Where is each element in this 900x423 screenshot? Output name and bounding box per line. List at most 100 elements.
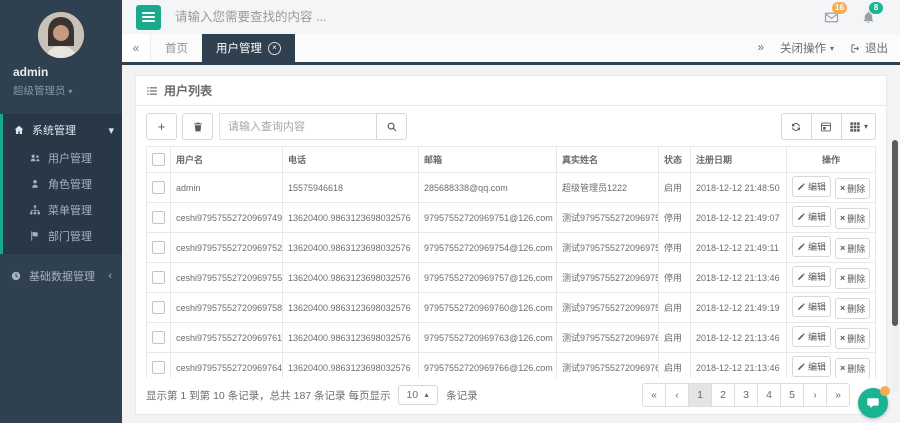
cell-operations: 编辑×删除: [787, 233, 876, 263]
messages-envelope-icon[interactable]: 16: [824, 10, 839, 25]
close-icon[interactable]: ×: [268, 42, 281, 55]
delete-button[interactable]: ×删除: [835, 238, 870, 259]
sidebar-item-role-mgmt[interactable]: 角色管理: [3, 171, 122, 197]
cell-date: 2018-12-12 21:48:50: [691, 173, 787, 203]
refresh-button[interactable]: [781, 113, 812, 140]
sidebar-item-dept-mgmt[interactable]: 部门管理: [3, 223, 122, 249]
edit-button[interactable]: 编辑: [792, 236, 831, 257]
page-2-button[interactable]: 2: [711, 383, 735, 407]
delete-button[interactable]: ×删除: [835, 358, 870, 378]
delete-button[interactable]: ×删除: [835, 268, 870, 289]
cell-username: ceshi97957552720969749: [171, 203, 283, 233]
search-button[interactable]: [376, 113, 407, 140]
edit-button[interactable]: 编辑: [792, 266, 831, 287]
edit-button[interactable]: 编辑: [792, 326, 831, 347]
cell-status: 停用: [659, 203, 691, 233]
tab-actions: » 关闭操作 ▾ 退出: [758, 34, 900, 62]
tabs-scroll-right-button[interactable]: »: [758, 42, 764, 54]
page-3-button[interactable]: 3: [734, 383, 758, 407]
row-checkbox[interactable]: [152, 241, 165, 254]
column-header-2: 电话: [283, 147, 419, 173]
sidebar-toggle-button[interactable]: [136, 5, 161, 30]
row-checkbox[interactable]: [152, 211, 165, 224]
delete-selected-button[interactable]: [182, 113, 213, 140]
cell-email: 97957552720969757@126.com: [419, 263, 557, 293]
delete-button[interactable]: ×删除: [835, 298, 870, 319]
row-checkbox[interactable]: [152, 181, 165, 194]
row-checkbox[interactable]: [152, 361, 165, 374]
cell-username: ceshi97957552720969755: [171, 263, 283, 293]
tab-label: 首页: [165, 40, 188, 56]
cell-email: 97957552720969763@126.com: [419, 323, 557, 353]
chat-fab-button[interactable]: [858, 388, 888, 418]
logout-button[interactable]: 退出: [850, 40, 888, 56]
table-view-buttons: ▾: [781, 113, 876, 140]
sidebar-item-user-mgmt[interactable]: 用户管理: [3, 145, 122, 171]
chevron-down-icon: ▾: [864, 122, 868, 131]
sidebar-role-dropdown[interactable]: 超级管理员 ▾: [0, 80, 122, 98]
sidebar-item-label: 用户管理: [48, 150, 92, 166]
row-checkbox[interactable]: [152, 331, 165, 344]
select-all-checkbox[interactable]: [152, 153, 165, 166]
cell-username: ceshi97957552720969758: [171, 293, 283, 323]
cell-phone: 13620400.9863123698032576: [283, 353, 419, 379]
card-view-icon: [820, 121, 832, 133]
tab-user-mgmt[interactable]: 用户管理 ×: [202, 34, 295, 62]
sidebar-item-menu-mgmt[interactable]: 菜单管理: [3, 197, 122, 223]
cell-realname: 测试97957552720969759: [557, 293, 659, 323]
global-search-input[interactable]: [173, 9, 607, 25]
navbar-icons: 16 8: [824, 10, 888, 25]
sidebar-item-system-mgmt[interactable]: 系统管理 ▾: [3, 115, 122, 145]
page-4-button[interactable]: 4: [757, 383, 781, 407]
close-operations-dropdown[interactable]: 关闭操作 ▾: [780, 40, 834, 56]
table-row: ceshi9795755272096975513620400.986312369…: [147, 263, 876, 293]
chat-bubble-icon: [866, 396, 880, 410]
cell-phone: 13620400.9863123698032576: [283, 323, 419, 353]
cell-username: ceshi97957552720969761: [171, 323, 283, 353]
notifications-bell-icon[interactable]: 8: [861, 10, 876, 25]
panel-header: 用户列表: [136, 76, 886, 106]
page-5-button[interactable]: 5: [780, 383, 804, 407]
cell-username: admin: [171, 173, 283, 203]
cell-date: 2018-12-12 21:13:46: [691, 323, 787, 353]
page-next-button[interactable]: ›: [803, 383, 827, 407]
page-last-button[interactable]: »: [826, 383, 850, 407]
row-checkbox[interactable]: [152, 301, 165, 314]
page-prev-button[interactable]: ‹: [665, 383, 689, 407]
toggle-view-button[interactable]: [811, 113, 842, 140]
scrollbar-thumb[interactable]: [892, 140, 898, 326]
cell-phone: 13620400.9863123698032576: [283, 233, 419, 263]
add-button[interactable]: +: [146, 113, 177, 140]
table-search-input[interactable]: [219, 113, 376, 140]
chevron-down-icon: ▾: [68, 87, 72, 96]
tab-home[interactable]: 首页: [151, 34, 202, 62]
logout-label: 退出: [865, 40, 888, 56]
row-check-cell: [147, 353, 171, 379]
delete-button[interactable]: ×删除: [835, 178, 870, 199]
page-first-button[interactable]: «: [642, 383, 666, 407]
chat-fab-badge: [880, 386, 890, 396]
user-list-panel: 用户列表 +: [135, 75, 887, 415]
cell-email: 97957552720969751@126.com: [419, 203, 557, 233]
table-row: ceshi9795755272096976413620400.986312369…: [147, 353, 876, 379]
avatar[interactable]: [38, 12, 84, 58]
page-size-select[interactable]: 10 ▲: [398, 385, 438, 405]
delete-button[interactable]: ×删除: [835, 328, 870, 349]
table-row: ceshi9795755272096976113620400.986312369…: [147, 323, 876, 353]
sidebar-item-basic-data[interactable]: 基础数据管理 ‹: [0, 260, 122, 292]
edit-button[interactable]: 编辑: [792, 206, 831, 227]
clock-icon: [10, 270, 22, 282]
edit-button[interactable]: 编辑: [792, 356, 831, 377]
columns-button[interactable]: ▾: [841, 113, 876, 140]
delete-button[interactable]: ×删除: [835, 208, 870, 229]
edit-button[interactable]: 编辑: [792, 176, 831, 197]
page-1-button[interactable]: 1: [688, 383, 712, 407]
scrollbar-track[interactable]: [892, 140, 898, 392]
row-checkbox[interactable]: [152, 271, 165, 284]
edit-button[interactable]: 编辑: [792, 296, 831, 317]
sidebar-item-label: 菜单管理: [48, 202, 92, 218]
avatar-photo: [38, 12, 84, 58]
tabs-scroll-left-button[interactable]: «: [122, 34, 151, 62]
trash-icon: [192, 121, 204, 133]
flag-icon: [29, 230, 41, 242]
